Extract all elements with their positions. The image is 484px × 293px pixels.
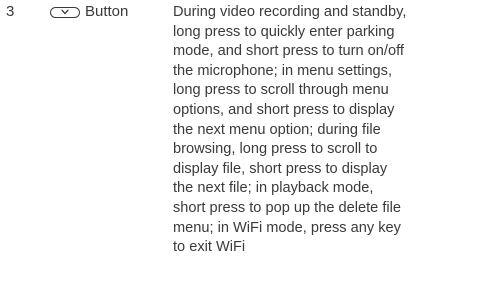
description-line: During video recording and standby, — [173, 4, 407, 20]
description-line: short press to pop up the delete file — [173, 199, 401, 216]
description-line: the microphone; in menu settings, — [173, 62, 393, 79]
description-line: long press to quickly enter parking — [173, 23, 395, 40]
row-number: 3 — [6, 3, 15, 20]
table-row: 3 Button During video recording and stan… — [0, 0, 484, 293]
description-line: the next file; in playback mode, — [173, 180, 374, 197]
chevron-down-pill-icon — [50, 6, 80, 18]
button-cell: Button — [50, 3, 128, 21]
description-line: mode, and short press to turn on/off — [173, 43, 404, 60]
description-line: browsing, long press to scroll to — [173, 141, 378, 158]
button-label: Button — [85, 3, 129, 20]
description-line: the next menu option; during file — [173, 121, 381, 138]
function-description: During video recording and standby, long… — [173, 3, 478, 258]
description-line: options, and short press to display — [173, 101, 395, 118]
description-line: long press to scroll through menu — [173, 82, 389, 99]
description-line: to exit WiFi — [173, 239, 246, 256]
description-line: menu; in WiFi mode, press any key — [173, 219, 401, 236]
description-line: display file, short press to display — [173, 160, 388, 177]
